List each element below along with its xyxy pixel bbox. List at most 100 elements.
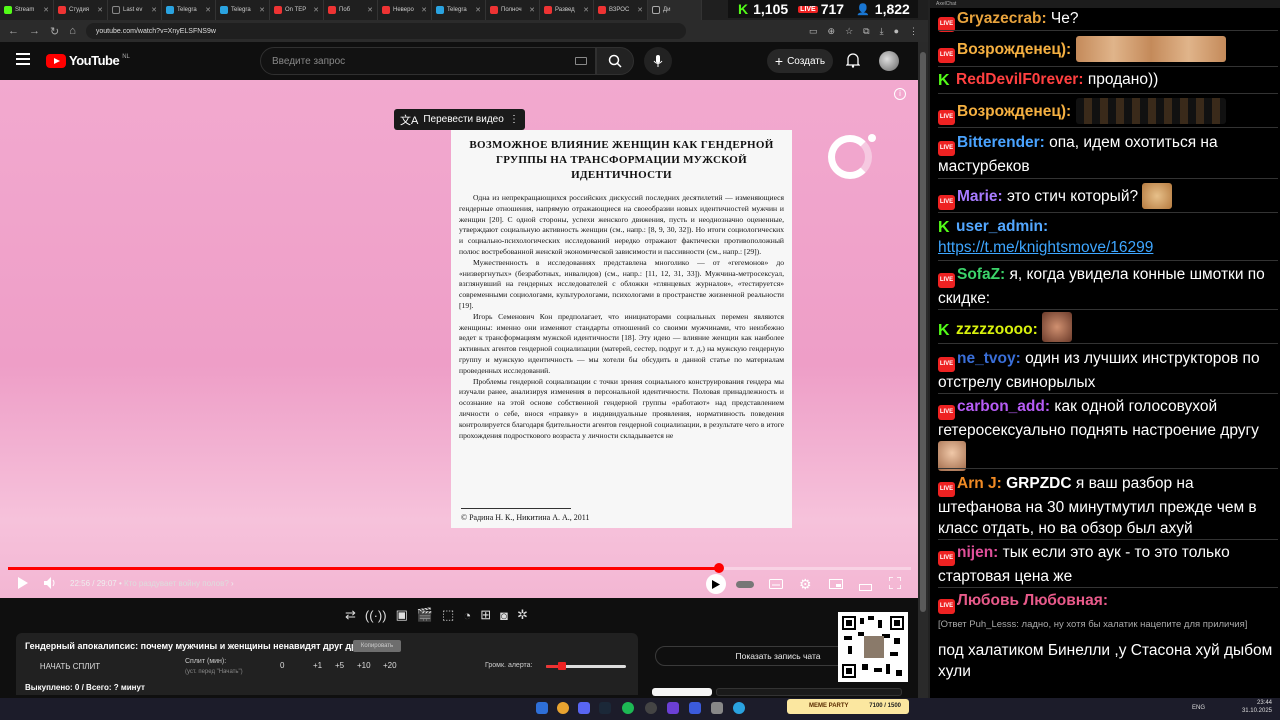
- create-button[interactable]: + Создать: [767, 49, 833, 73]
- search-input[interactable]: Введите запрос: [260, 47, 596, 75]
- browser-tab[interactable]: Поб ✕: [324, 0, 378, 20]
- close-icon[interactable]: ✕: [421, 6, 427, 14]
- add-5-button[interactable]: +5: [335, 661, 344, 670]
- scrollbar-thumb[interactable]: [920, 52, 926, 612]
- close-icon[interactable]: ✕: [43, 6, 49, 14]
- spotify-icon[interactable]: [622, 702, 634, 714]
- chat-nick[interactable]: user_admin:: [956, 218, 1048, 235]
- autoplay-play-button[interactable]: [706, 574, 726, 594]
- chat-nick[interactable]: Возрожденец):: [957, 103, 1071, 120]
- alert-volume-handle[interactable]: [558, 662, 566, 670]
- play-button[interactable]: [17, 577, 28, 592]
- add-box-icon[interactable]: ⊞: [480, 607, 491, 623]
- extension-icon[interactable]: ⧉: [863, 26, 869, 37]
- fullscreen-button[interactable]: [888, 576, 902, 592]
- language-indicator[interactable]: ENG: [1192, 705, 1205, 711]
- zoom-icon[interactable]: ⊕: [828, 26, 836, 37]
- subtitles-button[interactable]: [769, 578, 783, 592]
- theater-button[interactable]: [859, 580, 872, 594]
- close-icon[interactable]: ✕: [205, 6, 211, 14]
- panel-tab[interactable]: [716, 688, 902, 696]
- browser-tab[interactable]: Last ev ✕: [108, 0, 162, 20]
- chapter-title[interactable]: Кто раздувает войну полов?: [124, 579, 229, 588]
- chat-link[interactable]: https://t.me/knightsmove/16299: [938, 239, 1153, 256]
- add-1-button[interactable]: +1: [313, 661, 322, 670]
- volume-button[interactable]: [44, 577, 57, 592]
- profile-icon[interactable]: ●: [894, 26, 899, 37]
- close-icon[interactable]: ✕: [259, 6, 265, 14]
- browser-tab-active[interactable]: Ди: [648, 0, 702, 20]
- settings-button[interactable]: ⚙: [799, 576, 812, 593]
- url-field[interactable]: youtube.com/watch?v=XnyELSFNS9w: [85, 23, 686, 39]
- clapper-icon[interactable]: 🎬: [417, 607, 433, 623]
- browser-tab[interactable]: Telegra ✕: [432, 0, 486, 20]
- chat-nick[interactable]: Marie:: [957, 188, 1003, 205]
- start-split-button[interactable]: НАЧАТЬ СПЛИТ: [25, 660, 115, 674]
- voice-search-button[interactable]: [644, 47, 672, 75]
- system-clock[interactable]: 23:44 31.10.2025: [1242, 699, 1272, 715]
- close-icon[interactable]: ✕: [475, 6, 481, 14]
- close-icon[interactable]: ✕: [583, 6, 589, 14]
- browser-tab[interactable]: Студия ✕: [54, 0, 108, 20]
- speed-icon[interactable]: ◔: [463, 608, 471, 623]
- youtube-logo[interactable]: YouTube NL: [46, 53, 130, 68]
- close-icon[interactable]: ✕: [97, 6, 103, 14]
- menu-icon[interactable]: [16, 53, 30, 65]
- close-icon[interactable]: ✕: [529, 6, 535, 14]
- close-icon[interactable]: ✕: [151, 6, 157, 14]
- reload-icon[interactable]: ↻: [50, 25, 59, 38]
- translate-video-button[interactable]: 文A Перевести видео ⋮: [394, 109, 525, 130]
- camera-icon[interactable]: ◙: [500, 608, 508, 623]
- telegram-icon[interactable]: [733, 702, 745, 714]
- chat-nick[interactable]: SofaZ:: [957, 266, 1005, 283]
- chat-nick[interactable]: carbon_add:: [957, 398, 1050, 415]
- keyboard-icon[interactable]: [575, 57, 587, 65]
- steam-icon[interactable]: [599, 702, 611, 714]
- panel-tab[interactable]: [652, 688, 712, 696]
- browser-tab[interactable]: Stream ✕: [0, 0, 54, 20]
- home-icon[interactable]: ⌂: [69, 25, 76, 37]
- back-icon[interactable]: ←: [8, 25, 19, 37]
- app-icon[interactable]: [689, 702, 701, 714]
- scrubber-handle[interactable]: [713, 563, 724, 573]
- add-20-button[interactable]: +20: [383, 661, 397, 670]
- chat-nick[interactable]: RedDevilF0rever:: [956, 71, 1084, 88]
- chrome-icon[interactable]: [557, 702, 569, 714]
- video-player[interactable]: 文A Перевести видео ⋮ i ВОЗМОЖНОЕ ВЛИЯНИЕ…: [0, 80, 918, 598]
- chat-nick[interactable]: nijen:: [957, 544, 998, 561]
- close-icon[interactable]: ✕: [367, 6, 373, 14]
- cast-icon[interactable]: ▭: [809, 26, 818, 37]
- download-icon[interactable]: ⤓: [880, 26, 884, 37]
- audio-icon[interactable]: ((·)): [365, 608, 387, 623]
- gear-icon[interactable]: ✲: [517, 607, 528, 623]
- discord-icon[interactable]: [578, 702, 590, 714]
- crop-icon[interactable]: ⬚: [442, 607, 454, 623]
- star-icon[interactable]: ☆: [845, 26, 853, 37]
- app-icon[interactable]: [711, 702, 723, 714]
- browser-tab[interactable]: Telegra ✕: [216, 0, 270, 20]
- progress-bar[interactable]: [8, 567, 911, 570]
- chat-nick[interactable]: Возрожденец):: [957, 41, 1071, 58]
- avatar[interactable]: [879, 51, 899, 71]
- notifications-button[interactable]: [845, 52, 861, 73]
- chat-nick[interactable]: Любовь Любовная:: [957, 592, 1108, 609]
- loop-icon[interactable]: ⇄: [345, 607, 356, 623]
- browser-tab[interactable]: Развед ✕: [540, 0, 594, 20]
- chat-nick[interactable]: ne_tvoy:: [957, 350, 1021, 367]
- chat-nick[interactable]: Gryazecrab:: [957, 10, 1047, 27]
- add-10-button[interactable]: +10: [357, 661, 371, 670]
- menu-icon[interactable]: ⋮: [909, 26, 918, 37]
- more-icon[interactable]: ⋮: [509, 114, 519, 125]
- close-icon[interactable]: ✕: [313, 6, 319, 14]
- browser-tab[interactable]: Полноч ✕: [486, 0, 540, 20]
- chat-nick[interactable]: Bitterender:: [957, 134, 1045, 151]
- autoplay-toggle[interactable]: [736, 581, 754, 588]
- start-icon[interactable]: [536, 702, 548, 714]
- browser-tab[interactable]: Telegra ✕: [162, 0, 216, 20]
- app-icon[interactable]: [667, 702, 679, 714]
- info-icon[interactable]: i: [894, 88, 906, 100]
- browser-tab[interactable]: ВЗРОС ✕: [594, 0, 648, 20]
- miniplayer-button[interactable]: [829, 578, 843, 592]
- browser-tab[interactable]: On TEP ✕: [270, 0, 324, 20]
- forward-icon[interactable]: →: [29, 25, 40, 37]
